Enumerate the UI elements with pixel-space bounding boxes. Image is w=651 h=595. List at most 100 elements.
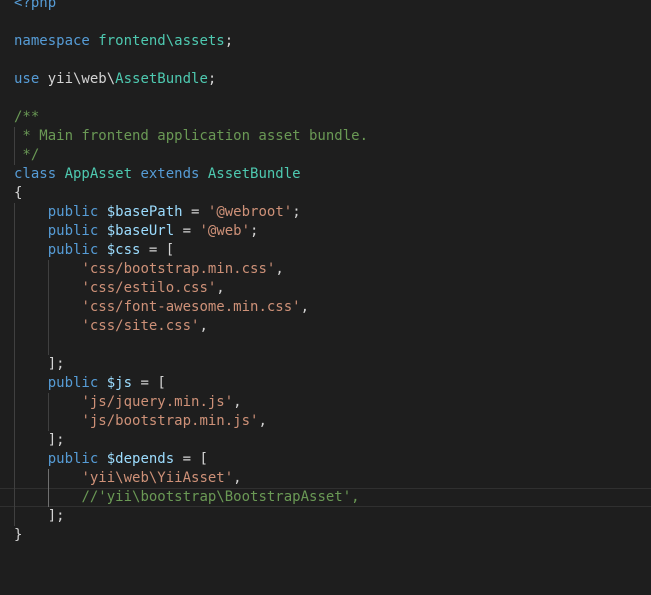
- code-token: public: [47, 204, 107, 220]
- code-token: AssetBundle: [115, 71, 208, 87]
- code-token: namespace: [14, 33, 99, 49]
- code-token: <?php: [14, 0, 57, 11]
- code-token: AppAsset: [64, 166, 141, 182]
- code-line[interactable]: public $basePath = '@webroot';: [14, 203, 651, 222]
- code-token: ,: [199, 318, 208, 334]
- code-token: $depends: [106, 451, 175, 467]
- code-line[interactable]: 'css/estilo.css',: [14, 279, 651, 298]
- code-line[interactable]: public $js = [: [14, 374, 651, 393]
- code-token: 'js/bootstrap.min.js': [81, 413, 259, 429]
- code-editor[interactable]: <?php namespace frontend\assets; use yii\w…: [0, 0, 651, 545]
- code-token: ];: [47, 432, 65, 448]
- code-token: $js: [106, 375, 133, 391]
- code-line[interactable]: 'css/font-awesome.min.css',: [14, 298, 651, 317]
- code-token: 'css/font-awesome.min.css': [81, 299, 301, 315]
- code-line[interactable]: 'css/bootstrap.min.css',: [14, 260, 651, 279]
- code-line[interactable]: ];: [14, 507, 651, 526]
- code-line[interactable]: * Main frontend application asset bundle…: [14, 127, 651, 146]
- code-line[interactable]: }: [14, 526, 651, 545]
- code-token: public: [47, 223, 107, 239]
- code-token: ,: [275, 261, 284, 277]
- code-token: $basePath: [106, 204, 183, 220]
- code-token: extends: [140, 166, 208, 182]
- code-token: = [: [140, 242, 175, 258]
- code-token: }: [14, 527, 23, 543]
- code-line[interactable]: public $css = [: [14, 241, 651, 260]
- code-line[interactable]: public $baseUrl = '@web';: [14, 222, 651, 241]
- code-token: */: [14, 147, 40, 163]
- code-token: $css: [106, 242, 141, 258]
- code-line[interactable]: <?php: [14, 0, 651, 13]
- code-token: ,: [216, 280, 225, 296]
- code-token: ,: [258, 413, 267, 429]
- code-token: /**: [14, 109, 40, 125]
- code-token: '@webroot': [207, 204, 293, 220]
- code-token: ;: [250, 223, 259, 239]
- code-token: 'js/jquery.min.js': [81, 394, 234, 410]
- code-line[interactable]: class AppAsset extends AssetBundle: [14, 165, 651, 184]
- code-line[interactable]: ];: [14, 431, 651, 450]
- code-token: 'css/site.css': [81, 318, 200, 334]
- code-token: ];: [47, 356, 65, 372]
- code-line[interactable]: //'yii\bootstrap\BootstrapAsset',: [0, 488, 651, 507]
- code-token: ,: [233, 394, 242, 410]
- code-line[interactable]: 'js/jquery.min.js',: [14, 393, 651, 412]
- code-token: //'yii\bootstrap\BootstrapAsset',: [81, 489, 360, 505]
- code-token: ,: [300, 299, 310, 315]
- code-token: public: [47, 242, 107, 258]
- code-line[interactable]: 'yii\web\YiiAsset',: [14, 469, 651, 488]
- code-token: ;: [224, 33, 234, 49]
- indent-guide: [14, 336, 15, 355]
- indent-guide: [47, 336, 49, 355]
- code-line[interactable]: public $depends = [: [14, 450, 651, 469]
- code-line[interactable]: use yii\web\AssetBundle;: [14, 70, 651, 89]
- code-line[interactable]: {: [14, 184, 651, 203]
- code-token: ,: [233, 470, 242, 486]
- code-line[interactable]: */: [14, 146, 651, 165]
- code-token: 'css/bootstrap.min.css': [81, 261, 276, 277]
- code-token: '@web': [199, 223, 251, 239]
- code-line[interactable]: [14, 13, 651, 32]
- code-token: public: [47, 375, 107, 391]
- code-token: frontend\assets: [98, 33, 225, 49]
- code-token: = [: [174, 451, 208, 467]
- code-token: public: [47, 451, 107, 467]
- code-token: =: [174, 223, 200, 239]
- code-line[interactable]: [14, 336, 651, 355]
- code-token: class: [14, 166, 65, 182]
- code-line[interactable]: [14, 89, 651, 108]
- code-line[interactable]: namespace frontend\assets;: [14, 32, 651, 51]
- code-line[interactable]: 'js/bootstrap.min.js',: [14, 412, 651, 431]
- code-token: 'yii\web\YiiAsset': [81, 470, 234, 486]
- code-token: yii\web\: [47, 71, 116, 87]
- code-line[interactable]: ];: [14, 355, 651, 374]
- code-token: use: [14, 71, 48, 87]
- code-line[interactable]: /**: [14, 108, 651, 127]
- code-token: {: [14, 185, 23, 201]
- code-token: AssetBundle: [207, 166, 301, 182]
- code-token: = [: [132, 375, 166, 391]
- code-line[interactable]: [14, 51, 651, 70]
- code-token: $baseUrl: [106, 223, 175, 239]
- code-token: * Main frontend application asset bundle…: [14, 128, 369, 144]
- code-token: ;: [207, 71, 217, 87]
- code-token: 'css/estilo.css': [81, 280, 217, 296]
- code-token: =: [182, 204, 208, 220]
- code-line[interactable]: 'css/site.css',: [14, 317, 651, 336]
